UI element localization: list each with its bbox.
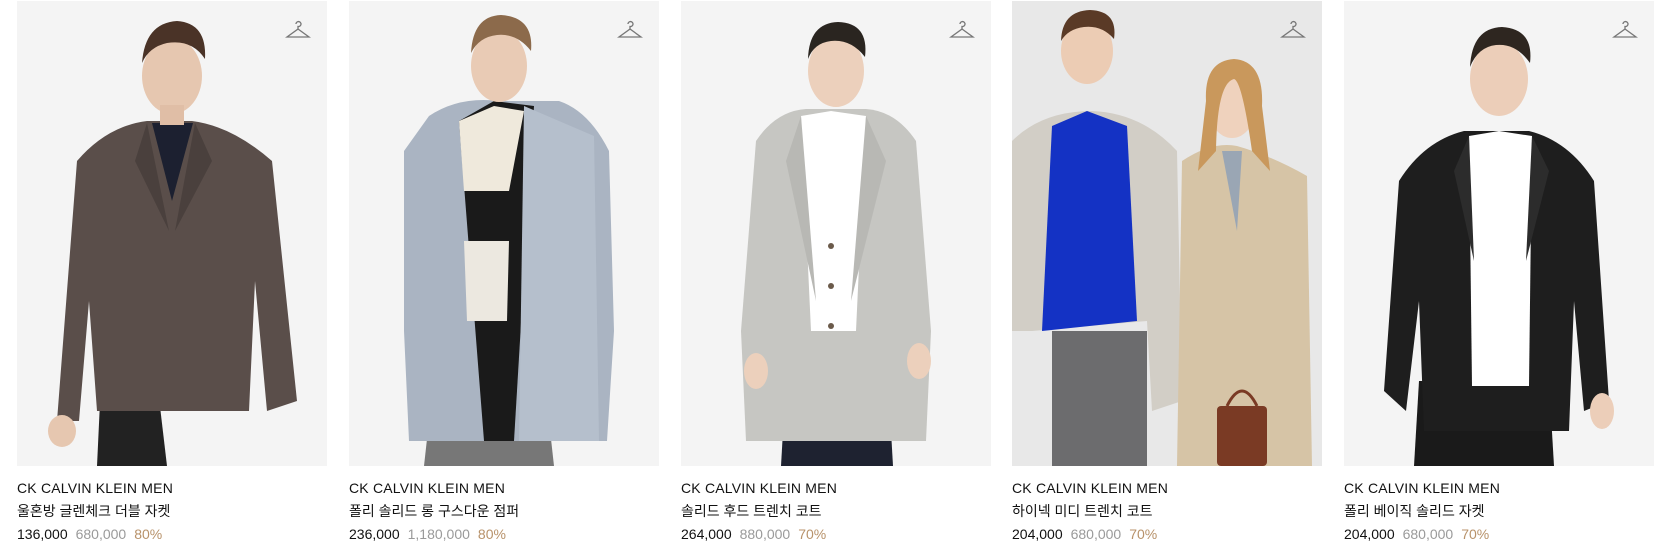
discount-rate: 70% [1129, 526, 1158, 542]
sale-price: 264,000 [681, 526, 732, 542]
product-name[interactable]: 폴리 베이직 솔리드 자켓 [1344, 500, 1654, 522]
discount-rate: 70% [1461, 526, 1490, 542]
product-card[interactable]: CK CALVIN KLEIN MEN 울혼방 글렌체크 더블 자켓 136,0… [17, 1, 327, 544]
original-price: 1,180,000 [407, 526, 470, 542]
brand-name[interactable]: CK CALVIN KLEIN MEN [681, 478, 991, 498]
price-row: 236,000 1,180,000 80% [349, 524, 659, 544]
sale-price: 136,000 [17, 526, 68, 542]
hanger-icon[interactable] [1612, 17, 1638, 43]
hanger-icon[interactable] [285, 17, 311, 43]
product-image[interactable] [1012, 1, 1322, 466]
brand-name[interactable]: CK CALVIN KLEIN MEN [1012, 478, 1322, 498]
model-photo [1012, 1, 1322, 466]
product-card[interactable]: CK CALVIN KLEIN MEN 폴리 솔리드 롱 구스다운 점퍼 236… [349, 1, 659, 544]
brand-name[interactable]: CK CALVIN KLEIN MEN [17, 478, 327, 498]
discount-rate: 80% [134, 526, 163, 542]
discount-rate: 70% [798, 526, 827, 542]
product-image[interactable] [1344, 1, 1654, 466]
product-name[interactable]: 솔리드 후드 트렌치 코트 [681, 500, 991, 522]
hanger-icon[interactable] [617, 17, 643, 43]
product-image[interactable] [681, 1, 991, 466]
hanger-icon[interactable] [1280, 17, 1306, 43]
product-name[interactable]: 하이넥 미디 트렌치 코트 [1012, 500, 1322, 522]
sale-price: 204,000 [1344, 526, 1395, 542]
product-image[interactable] [17, 1, 327, 466]
product-card[interactable]: CK CALVIN KLEIN MEN 폴리 베이직 솔리드 자켓 204,00… [1344, 1, 1654, 544]
product-grid: CK CALVIN KLEIN MEN 울혼방 글렌체크 더블 자켓 136,0… [0, 0, 1657, 554]
price-row: 204,000 680,000 70% [1344, 524, 1654, 544]
model-photo [1344, 1, 1654, 466]
product-name[interactable]: 폴리 솔리드 롱 구스다운 점퍼 [349, 500, 659, 522]
original-price: 680,000 [75, 526, 127, 542]
original-price: 680,000 [1070, 526, 1122, 542]
model-photo [681, 1, 991, 466]
sale-price: 204,000 [1012, 526, 1063, 542]
product-card[interactable]: CK CALVIN KLEIN MEN 솔리드 후드 트렌치 코트 264,00… [681, 1, 991, 544]
original-price: 880,000 [739, 526, 791, 542]
model-photo [349, 1, 659, 466]
product-card[interactable]: CK CALVIN KLEIN MEN 하이넥 미디 트렌치 코트 204,00… [1012, 1, 1322, 544]
price-row: 136,000 680,000 80% [17, 524, 327, 544]
price-row: 264,000 880,000 70% [681, 524, 991, 544]
model-photo [17, 1, 327, 466]
discount-rate: 80% [477, 526, 506, 542]
brand-name[interactable]: CK CALVIN KLEIN MEN [349, 478, 659, 498]
sale-price: 236,000 [349, 526, 400, 542]
original-price: 680,000 [1402, 526, 1454, 542]
price-row: 204,000 680,000 70% [1012, 524, 1322, 544]
hanger-icon[interactable] [949, 17, 975, 43]
product-image[interactable] [349, 1, 659, 466]
product-name[interactable]: 울혼방 글렌체크 더블 자켓 [17, 500, 327, 522]
brand-name[interactable]: CK CALVIN KLEIN MEN [1344, 478, 1654, 498]
